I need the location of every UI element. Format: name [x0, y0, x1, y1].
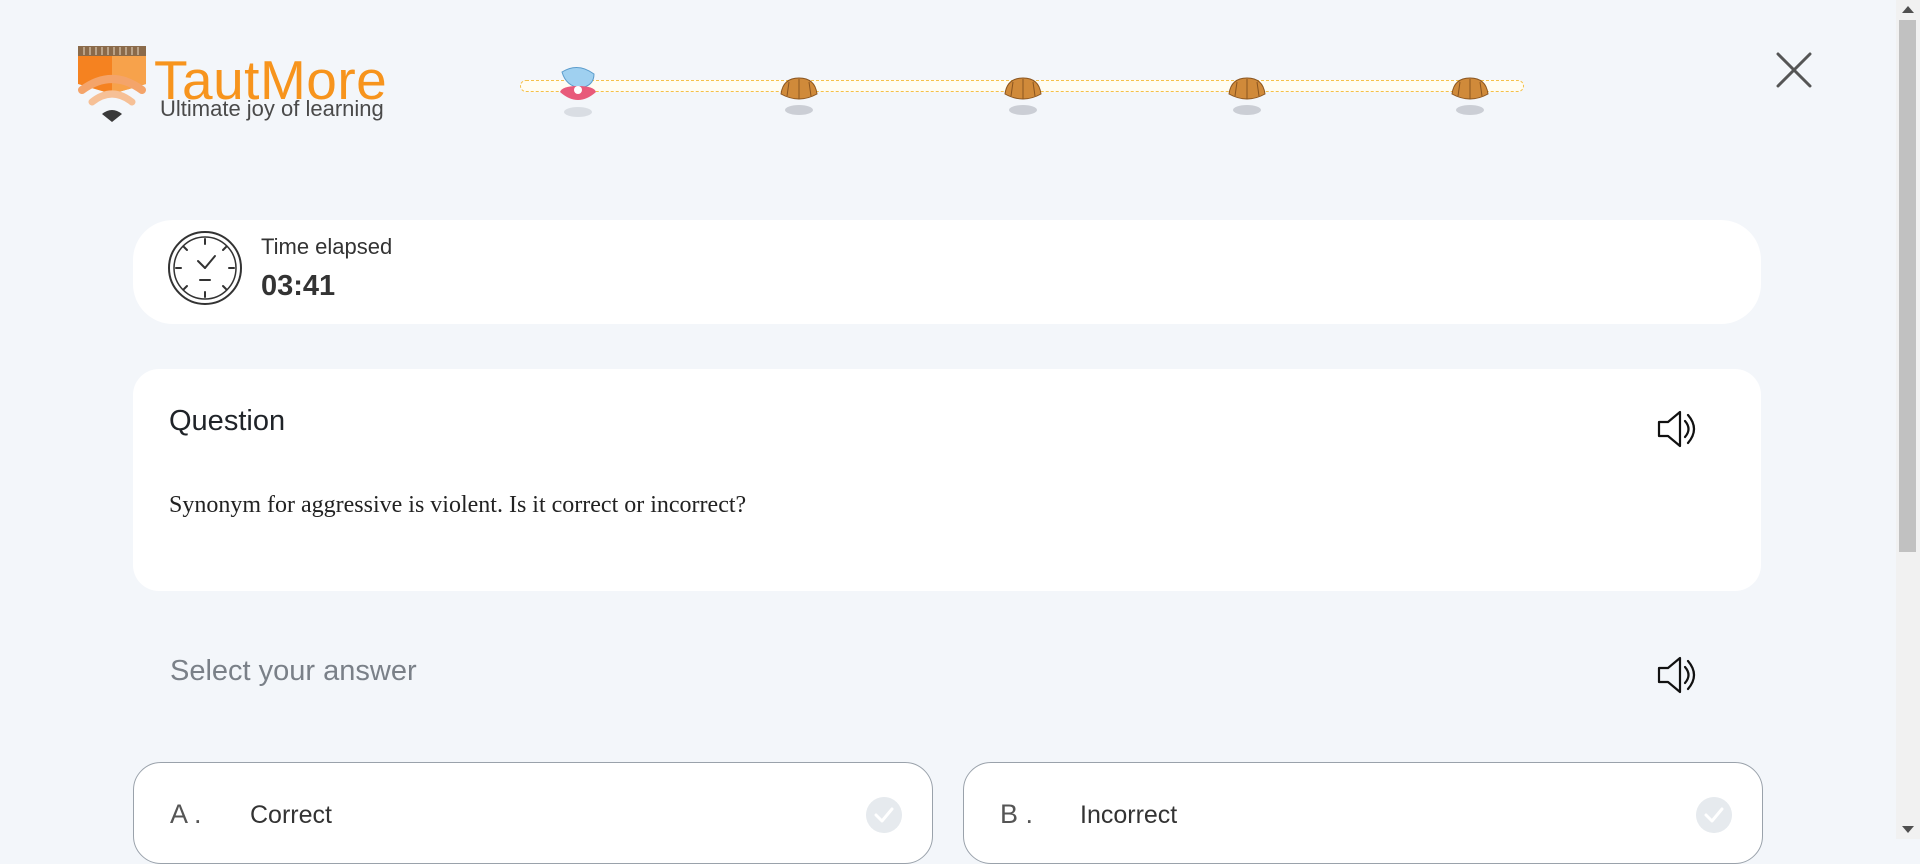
closed-shell-icon [1451, 77, 1489, 115]
closed-shell-icon [1004, 77, 1042, 115]
question-text: Synonym for aggressive is violent. Is it… [169, 492, 747, 518]
speaker-icon[interactable] [1655, 653, 1701, 697]
timer-card: Time elapsed 03:41 [133, 220, 1761, 324]
timer-value: 03:41 [261, 270, 336, 302]
answer-option-b[interactable]: B . Incorrect [963, 762, 1763, 864]
question-progress-track [520, 40, 1524, 130]
timer-label: Time elapsed [261, 234, 393, 259]
question-card: Question Synonym for aggressive is viole… [133, 369, 1761, 591]
select-answer-label: Select your answer [170, 655, 417, 687]
scroll-up-arrow-icon[interactable] [1902, 6, 1914, 13]
page-scrollbar[interactable] [1896, 0, 1920, 839]
option-letter: B . [1000, 799, 1034, 829]
clock-icon [168, 231, 242, 305]
option-text: Incorrect [1080, 801, 1178, 829]
question-title: Question [169, 405, 286, 437]
scroll-down-arrow-icon[interactable] [1902, 826, 1914, 833]
wifi-book-logo-icon [78, 46, 146, 122]
brand-logo[interactable]: TautMore Ultimate joy of learning [76, 44, 416, 132]
answer-option-a[interactable]: A . Correct [133, 762, 933, 864]
scrollbar-thumb[interactable] [1899, 20, 1916, 552]
check-circle-icon [1696, 797, 1732, 833]
close-icon[interactable] [1772, 48, 1816, 92]
brand-tagline: Ultimate joy of learning [160, 96, 384, 121]
option-text: Correct [250, 801, 332, 829]
open-pearl-shell-icon [560, 67, 596, 117]
closed-shell-icon [1228, 77, 1266, 115]
closed-shell-icon [780, 77, 818, 115]
option-letter: A . [170, 799, 202, 829]
speaker-icon[interactable] [1655, 407, 1701, 451]
check-circle-icon [866, 797, 902, 833]
